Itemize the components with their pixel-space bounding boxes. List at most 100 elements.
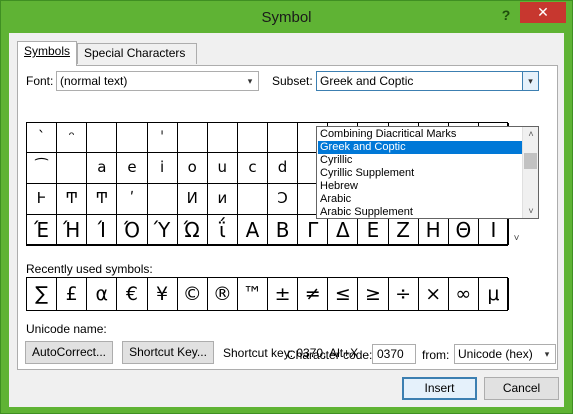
symbol-cell[interactable] [268, 123, 299, 153]
symbol-cell[interactable]: ͷ [207, 184, 238, 215]
symbol-cell[interactable]: Ͷ [177, 184, 208, 215]
symbol-cell[interactable]: i [147, 153, 178, 184]
symbol-cell[interactable]: Ζ [388, 215, 419, 245]
cancel-button[interactable]: Cancel [484, 377, 559, 400]
character-code-input[interactable]: 0370 [372, 344, 416, 364]
symbol-cell[interactable]: c [237, 153, 268, 184]
chevron-down-icon[interactable]: ▾ [242, 72, 258, 90]
symbol-cell[interactable]: Ώ [177, 215, 208, 245]
from-select[interactable]: Unicode (hex) ▾ [454, 344, 556, 364]
chevron-down-icon[interactable]: ▾ [539, 345, 555, 363]
recent-symbols: ∑ £ α € ¥ © ® ™ ± ≠ ≤ ≥ ÷ × ∞ μ [26, 277, 509, 311]
chevron-down-icon[interactable]: ▾ [522, 72, 538, 90]
symbol-cell[interactable]: ⁀ [27, 153, 58, 184]
symbol-cell[interactable]: Β [268, 215, 299, 245]
subset-dropdown-list[interactable]: Combining Diacritical Marks Greek and Cop… [316, 126, 539, 219]
autocorrect-button[interactable]: AutoCorrect... [25, 341, 113, 364]
symbol-cell[interactable] [177, 123, 208, 153]
recent-symbol[interactable]: ÷ [389, 278, 419, 310]
subset-select[interactable]: Greek and Coptic ▾ [316, 71, 539, 91]
symbol-cell[interactable]: Α [237, 215, 268, 245]
symbol-cell[interactable]: u [207, 153, 238, 184]
symbol-cell[interactable]: o [177, 153, 208, 184]
symbol-cell[interactable]: Ί [87, 215, 118, 245]
symbol-cell[interactable] [147, 184, 178, 215]
symbol-cell[interactable]: d [268, 153, 299, 184]
recent-symbol[interactable]: © [178, 278, 208, 310]
symbols-panel: Font: (normal text) ▾ Subset: Greek and … [17, 65, 558, 370]
symbol-cell[interactable]: Ͳ [87, 184, 118, 215]
scroll-thumb[interactable] [524, 153, 537, 169]
scroll-down-icon[interactable]: ˅ [508, 233, 525, 244]
recent-symbol[interactable]: α [87, 278, 118, 310]
symbol-cell[interactable]: Δ [328, 215, 359, 245]
scroll-down-icon[interactable]: ˅ [523, 204, 539, 218]
symbol-cell[interactable]: ΐ [207, 215, 238, 245]
recent-symbol[interactable]: μ [479, 278, 509, 310]
symbol-cell[interactable]: Ͻ [268, 184, 299, 215]
shortcut-key-button[interactable]: Shortcut Key... [122, 341, 214, 364]
subset-label: Subset: [272, 74, 313, 88]
unicode-name-label: Unicode name: [26, 322, 107, 336]
symbol-cell[interactable] [57, 153, 88, 184]
symbol-cell[interactable]: Η [418, 215, 449, 245]
symbol-cell[interactable]: ˋ [27, 123, 58, 153]
symbol-cell[interactable]: Ε [358, 215, 389, 245]
close-button[interactable]: ✕ [520, 2, 566, 23]
symbol-cell[interactable]: Ύ [147, 215, 178, 245]
recent-symbol[interactable]: ® [208, 278, 238, 310]
shortcut-key-text: Shortcut key: 0370, Alt+X [223, 346, 359, 360]
subset-option[interactable]: Hebrew [318, 180, 522, 193]
title-bar[interactable]: Symbol ? ✕ [1, 1, 572, 33]
symbol-cell[interactable] [237, 184, 268, 215]
recent-label: Recently used symbols: [26, 262, 153, 276]
tab-special-characters[interactable]: Special Characters [77, 43, 197, 64]
recent-symbol[interactable]: × [419, 278, 449, 310]
subset-option[interactable]: Arabic Supplement [318, 206, 522, 219]
font-select[interactable]: (normal text) ▾ [56, 71, 259, 91]
recent-symbol[interactable]: ± [268, 278, 299, 310]
subset-option[interactable]: Cyrillic Supplement [318, 167, 522, 180]
subset-value: Greek and Coptic [320, 74, 414, 88]
symbol-cell[interactable]: e [117, 153, 148, 184]
symbol-cell[interactable]: Ι [478, 215, 509, 245]
symbol-cell[interactable] [207, 123, 238, 153]
recent-symbol[interactable]: ≤ [328, 278, 359, 310]
symbol-cell[interactable] [87, 123, 118, 153]
symbol-cell[interactable]: Γ [298, 215, 329, 245]
symbol-cell[interactable]: ʹ [117, 184, 148, 215]
symbol-dialog: Symbol ? ✕ Symbols Special Characters Fo… [0, 0, 573, 414]
recent-symbol[interactable]: ≠ [298, 278, 329, 310]
symbol-cell[interactable]: Έ [27, 215, 58, 245]
symbol-cell[interactable]: Ͳ [57, 184, 88, 215]
from-value: Unicode (hex) [458, 347, 533, 361]
symbol-cell[interactable]: ˈ [147, 123, 178, 153]
recent-symbol[interactable]: ∑ [27, 278, 58, 310]
subset-option[interactable]: Arabic [318, 193, 522, 206]
recent-symbol[interactable]: ¥ [148, 278, 178, 310]
font-label: Font: [26, 74, 54, 88]
symbol-cell[interactable]: Ή [57, 215, 88, 245]
help-button[interactable]: ? [497, 5, 515, 25]
recent-symbol[interactable]: ™ [238, 278, 268, 310]
symbol-cell[interactable] [237, 123, 268, 153]
subset-option[interactable]: Greek and Coptic [318, 141, 522, 154]
symbol-cell[interactable]: Θ [448, 215, 479, 245]
symbol-cell[interactable]: Ͱ [27, 184, 58, 215]
symbol-cell[interactable] [117, 123, 148, 153]
recent-symbol[interactable]: ∞ [449, 278, 479, 310]
tab-symbols[interactable]: Symbols [17, 41, 77, 66]
symbol-cell[interactable]: Ό [117, 215, 148, 245]
dialog-title: Symbol [261, 9, 312, 26]
font-value: (normal text) [60, 74, 128, 88]
recent-symbol[interactable]: ≥ [358, 278, 389, 310]
recent-symbol[interactable]: € [117, 278, 148, 310]
insert-button[interactable]: Insert [402, 377, 477, 400]
recent-symbol[interactable]: £ [57, 278, 88, 310]
subset-option[interactable]: Combining Diacritical Marks [318, 128, 522, 141]
dropdown-scrollbar[interactable]: ˄ ˅ [522, 127, 538, 218]
symbol-cell[interactable]: a [87, 153, 118, 184]
symbol-cell[interactable]: ᵔ [57, 123, 88, 153]
subset-option[interactable]: Cyrillic [318, 154, 522, 167]
scroll-up-icon[interactable]: ˄ [523, 127, 539, 141]
